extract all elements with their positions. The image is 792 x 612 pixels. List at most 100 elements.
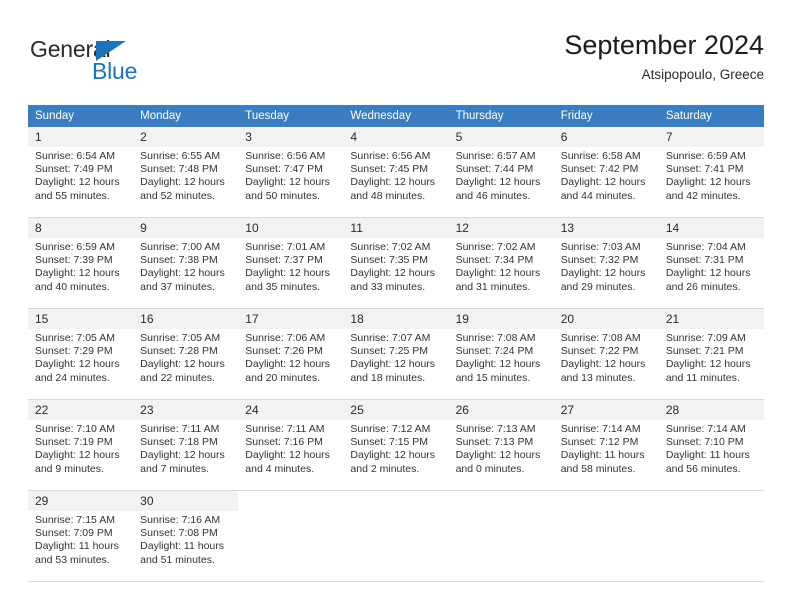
day-cell-content: 2 Sunrise: 6:55 AM Sunset: 7:48 PM Daylight… bbox=[133, 127, 239, 217]
week-row: 15 Sunrise: 7:05 AM Sunset: 7:29 PM Dayligh… bbox=[28, 308, 764, 400]
day-cell[interactable]: 7 Sunrise: 6:59 AM Sunset: 7:41 PM Daylight… bbox=[658, 127, 764, 218]
daylight-text-line2: and 48 minutes. bbox=[350, 189, 426, 202]
sunset-text: Sunset: 7:31 PM bbox=[665, 254, 744, 267]
day-cell[interactable]: 22 Sunrise: 7:10 AM Sunset: 7:19 PM Dayligh… bbox=[28, 399, 134, 491]
day-cell[interactable]: 18 Sunrise: 7:07 AM Sunset: 7:25 PM Dayligh… bbox=[343, 308, 449, 400]
daylight-text-line1: Daylight: 12 hours bbox=[455, 176, 541, 189]
day-cell[interactable]: 17 Sunrise: 7:06 AM Sunset: 7:26 PM Dayligh… bbox=[238, 308, 344, 400]
sunset-text: Sunset: 7:42 PM bbox=[560, 163, 639, 176]
day-sun-info: Sunrise: 6:59 AM Sunset: 7:41 PM Daylight:… bbox=[659, 147, 764, 203]
day-cell[interactable]: 4 Sunrise: 6:56 AM Sunset: 7:45 PM Daylight… bbox=[343, 127, 449, 218]
sunset-text: Sunset: 7:15 PM bbox=[350, 436, 429, 449]
title-block: September 2024 Atsipopoulo, Greece bbox=[564, 28, 764, 85]
daylight-text-line2: and 13 minutes. bbox=[560, 371, 636, 384]
daylight-text-line2: and 44 minutes. bbox=[560, 189, 636, 202]
day-cell-content: 10 Sunrise: 7:01 AM Sunset: 7:37 PM Dayligh… bbox=[238, 218, 344, 308]
sunrise-text: Sunrise: 6:56 AM bbox=[245, 150, 326, 162]
day-cell-content: 20 Sunrise: 7:08 AM Sunset: 7:22 PM Dayligh… bbox=[553, 309, 659, 399]
day-cell[interactable]: 1 Sunrise: 6:54 AM Sunset: 7:49 PM Daylight… bbox=[28, 127, 134, 218]
day-cell[interactable]: 19 Sunrise: 7:08 AM Sunset: 7:24 PM Dayligh… bbox=[448, 308, 554, 400]
sunrise-text: Sunrise: 7:11 AM bbox=[140, 423, 220, 435]
sunrise-text: Sunrise: 7:04 AM bbox=[665, 241, 746, 253]
day-cell[interactable]: 16 Sunrise: 7:05 AM Sunset: 7:28 PM Dayligh… bbox=[133, 308, 239, 400]
day-cell[interactable]: 20 Sunrise: 7:08 AM Sunset: 7:22 PM Dayligh… bbox=[553, 308, 659, 400]
day-cell[interactable]: 14 Sunrise: 7:04 AM Sunset: 7:31 PM Dayligh… bbox=[658, 217, 764, 309]
daylight-text-line1: Daylight: 12 hours bbox=[560, 267, 646, 280]
day-cell[interactable]: 27 Sunrise: 7:14 AM Sunset: 7:12 PM Dayligh… bbox=[553, 399, 659, 491]
logo-word-blue: Blue bbox=[92, 58, 138, 84]
sunrise-text: Sunrise: 7:14 AM bbox=[665, 423, 746, 435]
week-row: 22 Sunrise: 7:10 AM Sunset: 7:19 PM Dayligh… bbox=[28, 399, 764, 491]
day-cell[interactable]: 23 Sunrise: 7:11 AM Sunset: 7:18 PM Dayligh… bbox=[133, 399, 239, 491]
daylight-text-line2: and 31 minutes. bbox=[455, 280, 531, 293]
day-cell[interactable]: 21 Sunrise: 7:09 AM Sunset: 7:21 PM Dayligh… bbox=[658, 308, 764, 400]
day-number: 14 bbox=[658, 218, 764, 238]
day-sun-info: Sunrise: 7:05 AM Sunset: 7:28 PM Daylight:… bbox=[133, 329, 238, 385]
day-cell[interactable]: 30 Sunrise: 7:16 AM Sunset: 7:08 PM Dayligh… bbox=[133, 490, 239, 582]
daylight-text-line2: and 9 minutes. bbox=[35, 462, 104, 475]
day-number: 21 bbox=[658, 309, 764, 329]
daylight-text-line1: Daylight: 12 hours bbox=[350, 176, 436, 189]
day-cell-empty bbox=[343, 491, 449, 581]
sunset-text: Sunset: 7:18 PM bbox=[140, 436, 218, 449]
daylight-text-line2: and 2 minutes. bbox=[350, 462, 420, 475]
sunset-text: Sunset: 7:35 PM bbox=[350, 254, 429, 267]
weekday-header-wednesday: Wednesday bbox=[343, 105, 449, 127]
day-cell[interactable]: 2 Sunrise: 6:55 AM Sunset: 7:48 PM Daylight… bbox=[133, 127, 239, 218]
sunset-text: Sunset: 7:34 PM bbox=[455, 254, 534, 267]
daylight-text-line2: and 24 minutes. bbox=[35, 371, 110, 384]
day-cell[interactable]: 25 Sunrise: 7:12 AM Sunset: 7:15 PM Dayligh… bbox=[343, 399, 449, 491]
day-number: 19 bbox=[448, 309, 554, 329]
daylight-text-line2: and 18 minutes. bbox=[350, 371, 426, 384]
day-number: 23 bbox=[133, 400, 239, 420]
daylight-text-line2: and 56 minutes. bbox=[665, 462, 741, 475]
day-cell[interactable]: 29 Sunrise: 7:15 AM Sunset: 7:09 PM Dayligh… bbox=[28, 490, 134, 582]
day-number: 2 bbox=[133, 127, 239, 147]
day-cell-content: 28 Sunrise: 7:14 AM Sunset: 7:10 PM Dayligh… bbox=[658, 400, 764, 490]
sunset-text: Sunset: 7:26 PM bbox=[245, 345, 323, 358]
day-cell[interactable]: 26 Sunrise: 7:13 AM Sunset: 7:13 PM Dayligh… bbox=[448, 399, 554, 491]
sunset-text: Sunset: 7:44 PM bbox=[455, 163, 534, 176]
day-cell[interactable]: 24 Sunrise: 7:11 AM Sunset: 7:16 PM Dayligh… bbox=[238, 399, 344, 491]
day-cell[interactable]: 9 Sunrise: 7:00 AM Sunset: 7:38 PM Daylight… bbox=[133, 217, 239, 309]
daylight-text-line2: and 55 minutes. bbox=[35, 189, 110, 202]
day-number: 8 bbox=[28, 218, 134, 238]
sunset-text: Sunset: 7:12 PM bbox=[560, 436, 639, 449]
day-cell-content: 9 Sunrise: 7:00 AM Sunset: 7:38 PM Daylight… bbox=[133, 218, 239, 308]
day-number: 18 bbox=[343, 309, 449, 329]
sunrise-text: Sunrise: 7:10 AM bbox=[35, 423, 115, 435]
day-cell[interactable]: 11 Sunrise: 7:02 AM Sunset: 7:35 PM Dayligh… bbox=[343, 217, 449, 309]
sunset-text: Sunset: 7:16 PM bbox=[245, 436, 323, 449]
day-cell[interactable]: 6 Sunrise: 6:58 AM Sunset: 7:42 PM Daylight… bbox=[553, 127, 659, 218]
day-cell-content: 29 Sunrise: 7:15 AM Sunset: 7:09 PM Dayligh… bbox=[28, 491, 134, 581]
day-cell[interactable]: 10 Sunrise: 7:01 AM Sunset: 7:37 PM Dayligh… bbox=[238, 217, 344, 309]
sunset-text: Sunset: 7:24 PM bbox=[455, 345, 534, 358]
sunset-text: Sunset: 7:21 PM bbox=[665, 345, 744, 358]
day-cell[interactable]: 8 Sunrise: 6:59 AM Sunset: 7:39 PM Daylight… bbox=[28, 217, 134, 309]
day-cell[interactable]: 5 Sunrise: 6:57 AM Sunset: 7:44 PM Daylight… bbox=[448, 127, 554, 218]
day-cell[interactable]: 12 Sunrise: 7:02 AM Sunset: 7:34 PM Dayligh… bbox=[448, 217, 554, 309]
day-cell[interactable]: 3 Sunrise: 6:56 AM Sunset: 7:47 PM Daylight… bbox=[238, 127, 344, 218]
day-sun-info: Sunrise: 6:59 AM Sunset: 7:39 PM Daylight:… bbox=[28, 238, 133, 294]
day-sun-info: Sunrise: 6:54 AM Sunset: 7:49 PM Daylight:… bbox=[28, 147, 133, 203]
calendar-page: General Blue September 2024 Atsipopoulo,… bbox=[0, 0, 792, 612]
sunrise-text: Sunrise: 6:57 AM bbox=[455, 150, 536, 162]
day-cell-empty bbox=[238, 491, 344, 581]
day-cell[interactable]: 13 Sunrise: 7:03 AM Sunset: 7:32 PM Dayligh… bbox=[553, 217, 659, 309]
day-number: 15 bbox=[28, 309, 134, 329]
day-number: 4 bbox=[343, 127, 449, 147]
day-number: 30 bbox=[133, 491, 239, 511]
sunset-text: Sunset: 7:39 PM bbox=[35, 254, 113, 267]
day-cell[interactable]: 28 Sunrise: 7:14 AM Sunset: 7:10 PM Dayligh… bbox=[658, 399, 764, 491]
day-cell[interactable]: 15 Sunrise: 7:05 AM Sunset: 7:29 PM Dayligh… bbox=[28, 308, 134, 400]
sunrise-text: Sunrise: 7:00 AM bbox=[140, 241, 221, 253]
sunrise-text: Sunrise: 7:01 AM bbox=[245, 241, 326, 253]
day-cell bbox=[553, 490, 659, 582]
sunset-text: Sunset: 7:49 PM bbox=[35, 163, 113, 176]
sunrise-text: Sunrise: 6:58 AM bbox=[560, 150, 641, 162]
day-cell-content: 3 Sunrise: 6:56 AM Sunset: 7:47 PM Daylight… bbox=[238, 127, 344, 217]
day-sun-info: Sunrise: 7:02 AM Sunset: 7:35 PM Daylight:… bbox=[343, 238, 448, 294]
day-sun-info: Sunrise: 7:06 AM Sunset: 7:26 PM Daylight:… bbox=[238, 329, 343, 385]
day-sun-info: Sunrise: 7:14 AM Sunset: 7:10 PM Daylight:… bbox=[659, 420, 764, 476]
day-number: 13 bbox=[553, 218, 659, 238]
